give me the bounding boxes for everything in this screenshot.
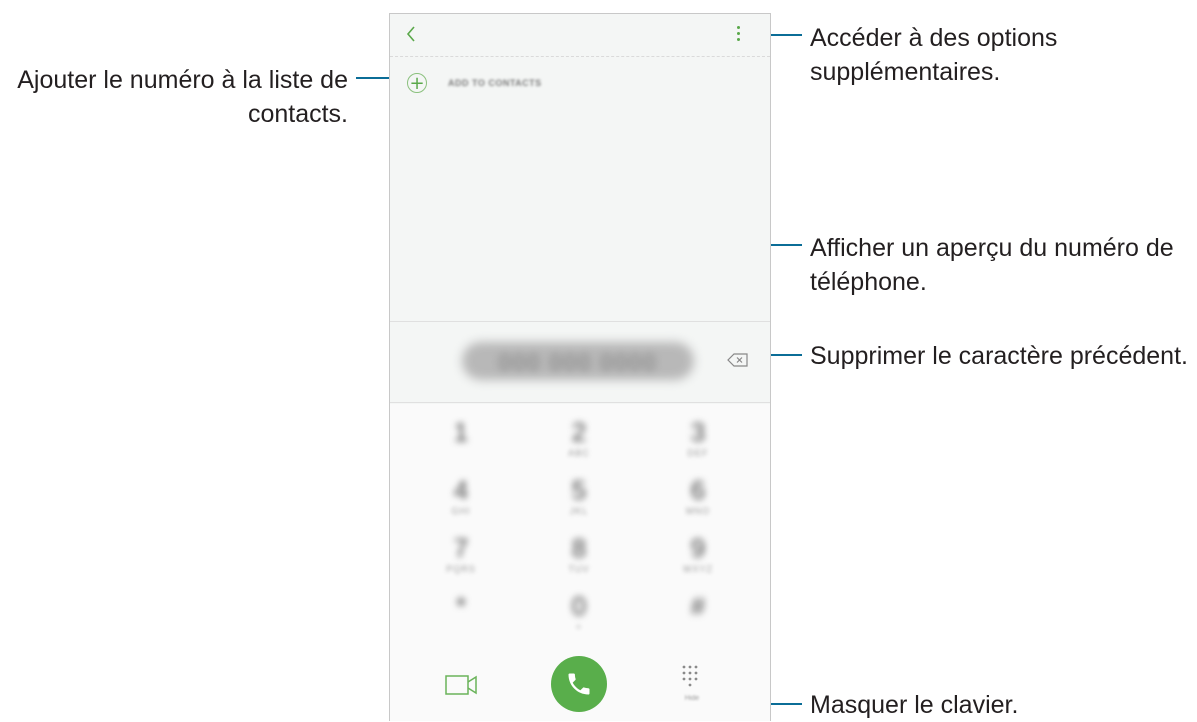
video-call-button[interactable] xyxy=(445,674,479,696)
header-divider xyxy=(390,56,770,58)
key-letters: WXYZ xyxy=(683,564,713,574)
add-to-contacts-button[interactable]: + ADD TO CONTACTS xyxy=(407,70,542,96)
key-5[interactable]: 5 JKL xyxy=(549,474,609,530)
callout-number-preview: Afficher un aperçu du numéro de téléphon… xyxy=(810,231,1195,299)
phone-icon xyxy=(568,673,590,695)
callout-more-options-line1: Accéder à des options xyxy=(810,24,1058,52)
callout-delete-char: Supprimer le caractère précédent. xyxy=(810,342,1188,370)
key-digit: # xyxy=(690,591,706,621)
key-digit: 3 xyxy=(690,417,706,447)
dialer-top-area: + ADD TO CONTACTS xyxy=(390,14,770,321)
more-vertical-icon xyxy=(734,26,742,41)
phone-screen: + ADD TO CONTACTS 000 000 0000 1 2 ABC 3… xyxy=(389,13,771,721)
key-letters: MNO xyxy=(686,506,710,516)
dialer-bottom-bar: Hide xyxy=(390,644,770,721)
key-digit: * xyxy=(455,591,467,621)
add-icon: + xyxy=(407,73,427,93)
key-digit: 1 xyxy=(453,417,469,447)
key-letters: DEF xyxy=(687,448,709,458)
video-camera-icon xyxy=(445,675,477,695)
key-4[interactable]: 4 GHI xyxy=(431,474,491,530)
key-digit: 4 xyxy=(453,475,469,505)
number-preview-text: 000 000 0000 xyxy=(498,350,658,375)
callout-number-preview-line1: Afficher un aperçu du numéro de xyxy=(810,234,1174,262)
key-letters: JKL xyxy=(569,506,589,516)
callout-more-options-line2: supplémentaires. xyxy=(810,58,1001,86)
backspace-button[interactable] xyxy=(727,352,749,368)
key-letters: GHI xyxy=(451,506,471,516)
key-digit: 5 xyxy=(571,475,587,505)
key-0[interactable]: 0 + xyxy=(549,590,609,646)
key-digit: 2 xyxy=(571,417,587,447)
callout-add-to-contacts-line2: contacts. xyxy=(247,100,348,128)
hide-keypad-button[interactable]: Hide xyxy=(680,664,704,704)
key-digit: 7 xyxy=(453,533,469,563)
key-letters: ABC xyxy=(568,448,590,458)
key-3[interactable]: 3 DEF xyxy=(668,416,728,472)
key-digit: 9 xyxy=(690,533,706,563)
back-button[interactable] xyxy=(404,24,424,48)
key-7[interactable]: 7 PQRS xyxy=(431,532,491,588)
key-digit: 6 xyxy=(690,475,706,505)
key-hash[interactable]: # xyxy=(668,590,728,646)
key-6[interactable]: 6 MNO xyxy=(668,474,728,530)
callout-add-to-contacts-line1: Ajouter le numéro à la liste de xyxy=(17,66,348,94)
call-button[interactable] xyxy=(551,656,607,712)
backspace-icon xyxy=(727,353,748,367)
key-letters: PQRS xyxy=(446,564,476,574)
key-star[interactable]: * xyxy=(431,590,491,646)
callout-add-to-contacts: Ajouter le numéro à la liste de contacts… xyxy=(8,63,348,131)
key-letters: TUV xyxy=(568,564,590,574)
key-digit: 8 xyxy=(571,533,587,563)
more-options-button[interactable] xyxy=(734,26,742,46)
key-digit: 0 xyxy=(571,591,587,621)
key-2[interactable]: 2 ABC xyxy=(549,416,609,472)
number-preview-row: 000 000 0000 xyxy=(390,321,770,403)
key-8[interactable]: 8 TUV xyxy=(549,532,609,588)
callout-hide-keypad: Masquer le clavier. xyxy=(810,691,1019,719)
callout-more-options: Accéder à des options supplémentaires. xyxy=(810,21,1190,89)
chevron-left-icon xyxy=(406,26,415,42)
key-9[interactable]: 9 WXYZ xyxy=(668,532,728,588)
add-to-contacts-label: ADD TO CONTACTS xyxy=(448,78,542,88)
callout-number-preview-line2: téléphone. xyxy=(810,268,927,296)
key-1[interactable]: 1 xyxy=(431,416,491,472)
hide-keypad-label: Hide xyxy=(684,695,700,702)
dial-keypad: 1 2 ABC 3 DEF 4 GHI 5 JKL 6 MNO 7 PQRS 8 xyxy=(390,404,770,644)
key-letters: + xyxy=(575,622,583,632)
keypad-grid-icon xyxy=(682,665,698,687)
